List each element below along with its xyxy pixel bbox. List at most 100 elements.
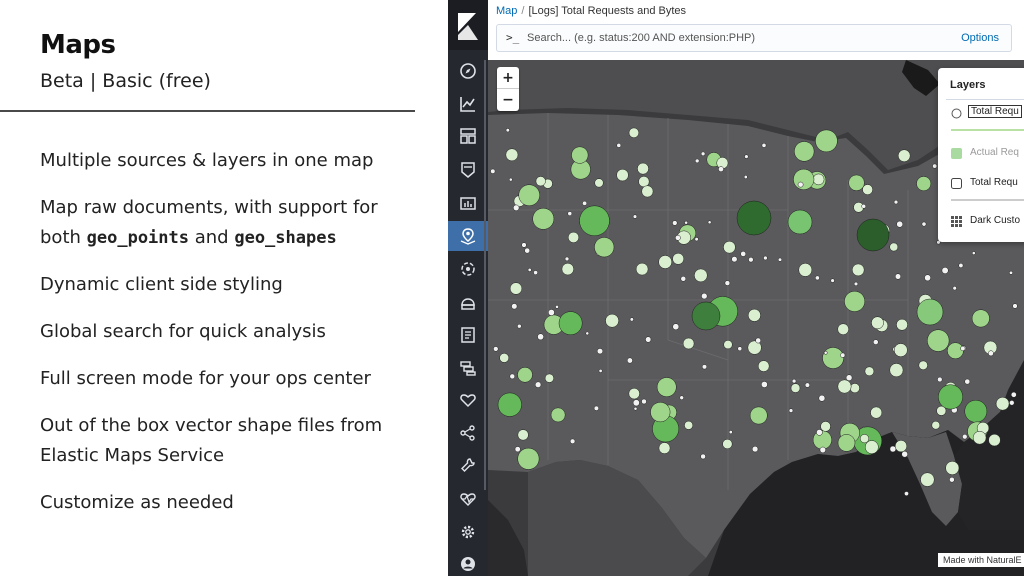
request-bubble[interactable] <box>641 185 654 198</box>
request-bubble[interactable] <box>511 303 518 310</box>
request-bubble[interactable] <box>561 262 574 276</box>
request-bubble[interactable] <box>641 398 647 405</box>
request-bubble[interactable] <box>818 394 826 402</box>
request-bubble[interactable] <box>844 290 866 312</box>
request-bubble[interactable] <box>679 395 684 400</box>
request-bubble[interactable] <box>749 406 768 425</box>
maps-icon[interactable] <box>456 224 480 248</box>
request-bubble[interactable] <box>757 360 770 372</box>
request-bubble[interactable] <box>791 378 797 384</box>
request-bubble[interactable] <box>845 374 853 381</box>
layer-label[interactable]: Dark Custo <box>970 215 1020 226</box>
request-bubble[interactable] <box>861 203 867 209</box>
request-bubble[interactable] <box>555 305 559 309</box>
request-bubble[interactable] <box>1010 391 1017 398</box>
request-bubble[interactable] <box>635 262 649 276</box>
request-bubble[interactable] <box>916 298 944 326</box>
request-bubble[interactable] <box>534 381 542 388</box>
request-bubble[interactable] <box>837 379 852 394</box>
request-bubble[interactable] <box>514 446 521 453</box>
request-bubble[interactable] <box>637 162 649 175</box>
request-bubble[interactable] <box>527 267 532 272</box>
request-bubble[interactable] <box>894 273 902 280</box>
request-bubble[interactable] <box>544 373 554 383</box>
map-attribution[interactable]: Made with NaturalE <box>938 553 1024 567</box>
request-bubble[interactable] <box>761 143 767 148</box>
request-bubble[interactable] <box>830 278 835 283</box>
request-bubble[interactable] <box>672 220 678 226</box>
request-bubble[interactable] <box>656 377 677 397</box>
request-bubble[interactable] <box>896 220 904 228</box>
request-bubble[interactable] <box>513 204 520 211</box>
request-bubble[interactable] <box>856 218 890 252</box>
request-bubble[interactable] <box>638 176 650 188</box>
layer-row[interactable]: Actual Req <box>951 144 1024 164</box>
request-bubble[interactable] <box>626 357 633 364</box>
request-bubble[interactable] <box>505 148 519 162</box>
request-bubble[interactable] <box>569 438 576 444</box>
radio-icon[interactable] <box>951 108 962 119</box>
request-bubble[interactable] <box>794 141 815 162</box>
request-bubble[interactable] <box>812 173 825 186</box>
request-bubble[interactable] <box>797 181 804 188</box>
request-bubble[interactable] <box>790 383 801 393</box>
search-input[interactable] <box>527 28 927 48</box>
request-bubble[interactable] <box>820 421 831 432</box>
request-bubble[interactable] <box>598 368 603 373</box>
user-icon[interactable] <box>456 552 480 576</box>
request-bubble[interactable] <box>509 282 523 295</box>
request-bubble[interactable] <box>971 309 990 328</box>
request-bubble[interactable] <box>672 252 685 265</box>
request-bubble[interactable] <box>947 342 964 360</box>
request-bubble[interactable] <box>497 392 522 417</box>
request-bubble[interactable] <box>971 251 976 255</box>
graph-icon[interactable] <box>456 421 480 445</box>
request-bubble[interactable] <box>737 346 743 352</box>
request-bubble[interactable] <box>694 158 700 164</box>
request-bubble[interactable] <box>684 420 694 430</box>
zoom-in-button[interactable]: + <box>497 67 519 89</box>
request-bubble[interactable] <box>823 350 828 355</box>
breadcrumb-map-link[interactable]: Map <box>496 5 517 17</box>
request-bubble[interactable] <box>964 378 971 385</box>
request-bubble[interactable] <box>864 366 875 377</box>
request-bubble[interactable] <box>517 367 533 383</box>
layer-row[interactable]: Total Requ <box>951 104 1024 124</box>
request-bubble[interactable] <box>672 323 680 331</box>
request-bubble[interactable] <box>629 317 634 322</box>
request-bubble[interactable] <box>722 438 733 450</box>
request-bubble[interactable] <box>633 406 638 411</box>
request-bubble[interactable] <box>521 242 527 248</box>
request-bubble[interactable] <box>871 316 884 330</box>
request-bubble[interactable] <box>748 257 754 263</box>
request-bubble[interactable] <box>995 396 1010 411</box>
request-bubble[interactable] <box>658 442 671 454</box>
devtools-icon[interactable] <box>456 454 480 478</box>
request-bubble[interactable] <box>682 337 695 350</box>
request-bubble[interactable] <box>509 373 516 380</box>
request-bubble[interactable] <box>533 270 538 275</box>
request-bubble[interactable] <box>740 251 747 257</box>
request-bubble[interactable] <box>751 445 759 453</box>
request-bubble[interactable] <box>723 340 733 350</box>
request-bubble[interactable] <box>893 199 899 205</box>
request-bubble[interactable] <box>743 175 748 179</box>
request-bubble[interactable] <box>596 348 604 355</box>
request-bubble[interactable] <box>535 176 546 187</box>
request-bubble[interactable] <box>870 406 883 419</box>
request-bubble[interactable] <box>694 268 708 283</box>
request-bubble[interactable] <box>744 154 749 159</box>
request-bubble[interactable] <box>798 263 813 277</box>
request-bubble[interactable] <box>518 184 540 206</box>
request-bubble[interactable] <box>937 376 943 383</box>
request-bubble[interactable] <box>579 205 610 237</box>
request-bubble[interactable] <box>777 257 783 262</box>
request-bubble[interactable] <box>628 127 640 138</box>
request-bubble[interactable] <box>952 286 957 291</box>
request-bubble[interactable] <box>593 405 599 411</box>
request-bubble[interactable] <box>550 407 566 423</box>
request-bubble[interactable] <box>894 440 908 453</box>
layer-label[interactable]: Actual Req <box>970 147 1019 158</box>
request-bubble[interactable] <box>645 336 652 343</box>
request-bubble[interactable] <box>862 184 873 195</box>
